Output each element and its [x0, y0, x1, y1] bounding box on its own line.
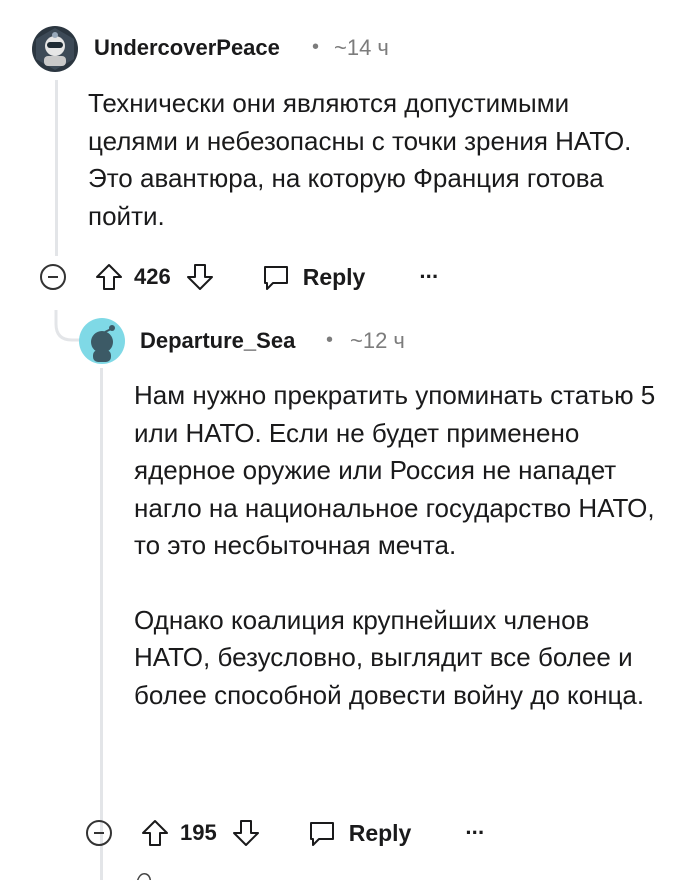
comment-1-time: ~14 ч — [334, 35, 389, 60]
downvote-icon[interactable] — [185, 262, 215, 292]
avatar-icon — [36, 28, 74, 70]
avatar-icon — [136, 873, 152, 880]
comment-2-paragraph-2: Однако коалиция крупнейших членов НАТО, … — [134, 604, 645, 710]
comment-icon — [309, 822, 334, 846]
comment-2-body: Нам нужно прекратить упоминать статью 5 … — [134, 377, 669, 714]
thread-line-comment-1[interactable] — [55, 80, 58, 256]
comment-2-actions: 195 Reply ··· — [86, 813, 485, 853]
more-icon[interactable]: ··· — [465, 820, 485, 846]
comment-2-time: ~12 ч — [350, 328, 405, 353]
comment-1-text: Технически они являются допустимыми целя… — [88, 88, 632, 231]
comment-2-username[interactable]: Departure_Sea — [140, 328, 295, 354]
comment-1-vote-count: 426 — [134, 264, 171, 289]
thread-line-comment-2[interactable] — [100, 368, 103, 880]
comment-2-paragraph-1: Нам нужно прекратить упоминать статью 5 … — [134, 380, 656, 560]
upvote-icon[interactable] — [94, 262, 124, 292]
comment-1-actions: 426 Reply ··· — [40, 257, 439, 297]
comment-1-reply-label: Reply — [302, 263, 366, 290]
collapse-icon[interactable] — [40, 264, 66, 290]
upvote-icon[interactable] — [140, 818, 170, 848]
avatar-departure-sea[interactable] — [79, 318, 125, 364]
next-comment-avatar-partial — [132, 868, 154, 880]
comment-2-reply-button[interactable]: Reply — [307, 818, 412, 848]
comment-icon — [263, 266, 288, 290]
comment-1-username[interactable]: UndercoverPeace — [94, 35, 280, 61]
avatar-undercoverpeace[interactable] — [32, 26, 78, 72]
avatar-icon — [91, 325, 115, 362]
comment-2-reply-label: Reply — [348, 819, 412, 846]
more-icon[interactable]: ··· — [419, 264, 439, 290]
downvote-icon[interactable] — [231, 818, 261, 848]
comment-1-separator: • — [312, 36, 320, 58]
comment-2-separator: • — [326, 329, 334, 351]
comment-2-vote-count: 195 — [180, 820, 217, 845]
comment-1-reply-button[interactable]: Reply — [261, 262, 366, 292]
collapse-icon[interactable] — [86, 820, 112, 846]
comment-1-body: Технически они являются допустимыми целя… — [88, 85, 648, 235]
